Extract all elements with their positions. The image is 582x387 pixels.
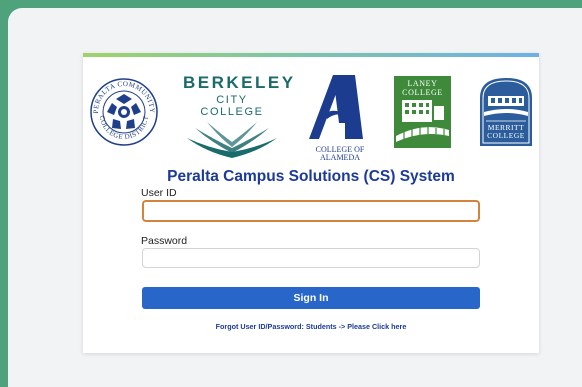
letter-a-icon	[309, 75, 363, 139]
page-title: Peralta Campus Solutions (CS) System	[167, 168, 455, 185]
peralta-seal-icon: PERALTA COMMUNITY COLLEGE DISTRICT	[89, 77, 159, 147]
user-id-label: User ID	[141, 187, 177, 199]
berkeley-line2: CITY COLLEGE	[200, 94, 264, 118]
merritt-seal-icon: MERRITT COLLEGE	[478, 76, 534, 148]
alameda-line2: ALAMEDA	[320, 153, 360, 162]
laney-logo: LANEY COLLEGE	[394, 76, 451, 148]
user-id-input[interactable]	[142, 200, 480, 222]
sign-in-button[interactable]: Sign In	[142, 287, 480, 309]
gradient-top-bar	[83, 53, 539, 57]
berkeley-line1: BERKELEY	[183, 73, 296, 92]
open-book-icon	[187, 122, 277, 158]
college-logos: PERALTA COMMUNITY COLLEGE DISTRICT BERKE…	[83, 63, 539, 162]
berkeley-logo: BERKELEY CITY COLLEGE	[183, 73, 296, 158]
laney-building-icon	[396, 100, 449, 142]
password-input[interactable]	[142, 248, 480, 268]
password-label: Password	[141, 235, 188, 247]
login-card: PERALTA COMMUNITY COLLEGE DISTRICT BERKE…	[83, 53, 539, 353]
merritt-line2: COLLEGE	[487, 131, 525, 140]
page-background: PERALTA COMMUNITY COLLEGE DISTRICT BERKE…	[8, 8, 582, 387]
forgot-credentials-link[interactable]: Forgot User ID/Password: Students -> Ple…	[83, 322, 539, 331]
alameda-logo: COLLEGE OF ALAMEDA	[305, 73, 375, 162]
